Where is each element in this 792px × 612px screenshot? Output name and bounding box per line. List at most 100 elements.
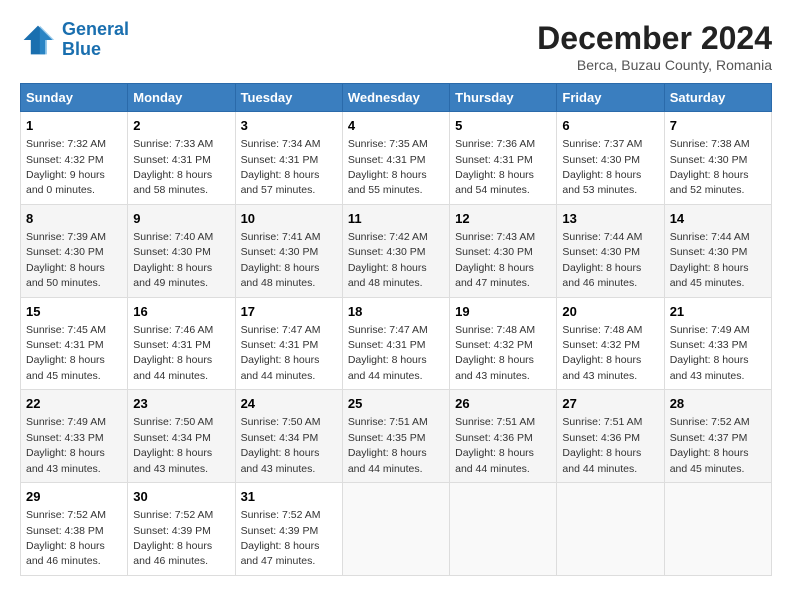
logo-text: General Blue: [62, 20, 129, 60]
sunrise-text: Sunrise: 7:52 AMSunset: 4:39 PMDaylight:…: [133, 509, 213, 567]
column-header-thursday: Thursday: [450, 84, 557, 112]
sunrise-text: Sunrise: 7:43 AMSunset: 4:30 PMDaylight:…: [455, 231, 535, 289]
day-number: 15: [26, 303, 122, 321]
calendar-cell: 31 Sunrise: 7:52 AMSunset: 4:39 PMDayligh…: [235, 483, 342, 576]
calendar-cell: 10 Sunrise: 7:41 AMSunset: 4:30 PMDayligh…: [235, 204, 342, 297]
calendar-cell: 13 Sunrise: 7:44 AMSunset: 4:30 PMDayligh…: [557, 204, 664, 297]
sunrise-text: Sunrise: 7:51 AMSunset: 4:36 PMDaylight:…: [562, 416, 642, 474]
day-number: 19: [455, 303, 551, 321]
day-number: 11: [348, 210, 444, 228]
day-number: 2: [133, 117, 229, 135]
sunrise-text: Sunrise: 7:52 AMSunset: 4:38 PMDaylight:…: [26, 509, 106, 567]
day-number: 26: [455, 395, 551, 413]
sunrise-text: Sunrise: 7:39 AMSunset: 4:30 PMDaylight:…: [26, 231, 106, 289]
sunrise-text: Sunrise: 7:50 AMSunset: 4:34 PMDaylight:…: [241, 416, 321, 474]
calendar-cell: 28Sunrise: 7:52 AMSunset: 4:37 PMDayligh…: [664, 390, 771, 483]
logo-blue-text: Blue: [62, 39, 101, 59]
sunrise-text: Sunrise: 7:41 AMSunset: 4:30 PMDaylight:…: [241, 231, 321, 289]
day-number: 13: [562, 210, 658, 228]
calendar-cell: 17Sunrise: 7:47 AMSunset: 4:31 PMDayligh…: [235, 297, 342, 390]
calendar-cell: [664, 483, 771, 576]
calendar-week-1: 1Sunrise: 7:32 AMSunset: 4:32 PMDaylight…: [21, 112, 772, 205]
sunrise-text: Sunrise: 7:52 AMSunset: 4:39 PMDaylight:…: [241, 509, 321, 567]
sunrise-text: Sunrise: 7:40 AMSunset: 4:30 PMDaylight:…: [133, 231, 213, 289]
sunrise-text: Sunrise: 7:46 AMSunset: 4:31 PMDaylight:…: [133, 324, 213, 382]
sunrise-text: Sunrise: 7:32 AMSunset: 4:32 PMDaylight:…: [26, 138, 106, 196]
day-number: 27: [562, 395, 658, 413]
calendar-cell: 30 Sunrise: 7:52 AMSunset: 4:39 PMDayligh…: [128, 483, 235, 576]
calendar-week-4: 22 Sunrise: 7:49 AMSunset: 4:33 PMDayligh…: [21, 390, 772, 483]
calendar-week-5: 29 Sunrise: 7:52 AMSunset: 4:38 PMDayligh…: [21, 483, 772, 576]
calendar-cell: [450, 483, 557, 576]
calendar-cell: 8 Sunrise: 7:39 AMSunset: 4:30 PMDaylight…: [21, 204, 128, 297]
calendar-cell: 21Sunrise: 7:49 AMSunset: 4:33 PMDayligh…: [664, 297, 771, 390]
day-number: 21: [670, 303, 766, 321]
sunrise-text: Sunrise: 7:49 AMSunset: 4:33 PMDaylight:…: [26, 416, 106, 474]
day-number: 7: [670, 117, 766, 135]
calendar-cell: 25Sunrise: 7:51 AMSunset: 4:35 PMDayligh…: [342, 390, 449, 483]
calendar-week-3: 15 Sunrise: 7:45 AMSunset: 4:31 PMDayligh…: [21, 297, 772, 390]
calendar-cell: 4Sunrise: 7:35 AMSunset: 4:31 PMDaylight…: [342, 112, 449, 205]
day-number: 31: [241, 488, 337, 506]
logo-general: General: [62, 19, 129, 39]
logo-icon: [20, 22, 56, 58]
day-number: 14: [670, 210, 766, 228]
sunrise-text: Sunrise: 7:51 AMSunset: 4:36 PMDaylight:…: [455, 416, 535, 474]
calendar-cell: [557, 483, 664, 576]
sunrise-text: Sunrise: 7:45 AMSunset: 4:31 PMDaylight:…: [26, 324, 106, 382]
sunrise-text: Sunrise: 7:44 AMSunset: 4:30 PMDaylight:…: [670, 231, 750, 289]
day-number: 30: [133, 488, 229, 506]
day-number: 20: [562, 303, 658, 321]
title-section: December 2024 Berca, Buzau County, Roman…: [537, 20, 772, 73]
sunrise-text: Sunrise: 7:44 AMSunset: 4:30 PMDaylight:…: [562, 231, 642, 289]
sunrise-text: Sunrise: 7:34 AMSunset: 4:31 PMDaylight:…: [241, 138, 321, 196]
day-number: 23: [133, 395, 229, 413]
calendar-cell: 1Sunrise: 7:32 AMSunset: 4:32 PMDaylight…: [21, 112, 128, 205]
day-number: 17: [241, 303, 337, 321]
column-header-friday: Friday: [557, 84, 664, 112]
calendar-cell: 19Sunrise: 7:48 AMSunset: 4:32 PMDayligh…: [450, 297, 557, 390]
column-header-wednesday: Wednesday: [342, 84, 449, 112]
day-number: 29: [26, 488, 122, 506]
calendar-cell: 9Sunrise: 7:40 AMSunset: 4:30 PMDaylight…: [128, 204, 235, 297]
calendar-cell: 18 Sunrise: 7:47 AMSunset: 4:31 PMDayligh…: [342, 297, 449, 390]
calendar-cell: 26 Sunrise: 7:51 AMSunset: 4:36 PMDayligh…: [450, 390, 557, 483]
calendar-cell: 2 Sunrise: 7:33 AMSunset: 4:31 PMDaylight…: [128, 112, 235, 205]
sunrise-text: Sunrise: 7:50 AMSunset: 4:34 PMDaylight:…: [133, 416, 213, 474]
calendar-cell: 14 Sunrise: 7:44 AMSunset: 4:30 PMDayligh…: [664, 204, 771, 297]
day-number: 5: [455, 117, 551, 135]
calendar-cell: 16Sunrise: 7:46 AMSunset: 4:31 PMDayligh…: [128, 297, 235, 390]
calendar-table: SundayMondayTuesdayWednesdayThursdayFrid…: [20, 83, 772, 576]
day-number: 18: [348, 303, 444, 321]
calendar-cell: 22 Sunrise: 7:49 AMSunset: 4:33 PMDayligh…: [21, 390, 128, 483]
calendar-cell: 20Sunrise: 7:48 AMSunset: 4:32 PMDayligh…: [557, 297, 664, 390]
column-header-saturday: Saturday: [664, 84, 771, 112]
calendar-cell: 3 Sunrise: 7:34 AMSunset: 4:31 PMDaylight…: [235, 112, 342, 205]
calendar-cell: 7Sunrise: 7:38 AMSunset: 4:30 PMDaylight…: [664, 112, 771, 205]
calendar-cell: 24Sunrise: 7:50 AMSunset: 4:34 PMDayligh…: [235, 390, 342, 483]
sunrise-text: Sunrise: 7:36 AMSunset: 4:31 PMDaylight:…: [455, 138, 535, 196]
calendar-cell: 29 Sunrise: 7:52 AMSunset: 4:38 PMDayligh…: [21, 483, 128, 576]
day-number: 8: [26, 210, 122, 228]
day-number: 6: [562, 117, 658, 135]
calendar-cell: 27 Sunrise: 7:51 AMSunset: 4:36 PMDayligh…: [557, 390, 664, 483]
sunrise-text: Sunrise: 7:47 AMSunset: 4:31 PMDaylight:…: [348, 324, 428, 382]
day-number: 3: [241, 117, 337, 135]
calendar-header-row: SundayMondayTuesdayWednesdayThursdayFrid…: [21, 84, 772, 112]
page-subtitle: Berca, Buzau County, Romania: [537, 57, 772, 73]
calendar-cell: 6 Sunrise: 7:37 AMSunset: 4:30 PMDaylight…: [557, 112, 664, 205]
day-number: 22: [26, 395, 122, 413]
calendar-cell: 12Sunrise: 7:43 AMSunset: 4:30 PMDayligh…: [450, 204, 557, 297]
page-title: December 2024: [537, 20, 772, 57]
calendar-cell: 23 Sunrise: 7:50 AMSunset: 4:34 PMDayligh…: [128, 390, 235, 483]
sunrise-text: Sunrise: 7:37 AMSunset: 4:30 PMDaylight:…: [562, 138, 642, 196]
calendar-week-2: 8 Sunrise: 7:39 AMSunset: 4:30 PMDaylight…: [21, 204, 772, 297]
sunrise-text: Sunrise: 7:42 AMSunset: 4:30 PMDaylight:…: [348, 231, 428, 289]
logo: General Blue: [20, 20, 129, 60]
column-header-tuesday: Tuesday: [235, 84, 342, 112]
day-number: 10: [241, 210, 337, 228]
day-number: 4: [348, 117, 444, 135]
day-number: 25: [348, 395, 444, 413]
day-number: 28: [670, 395, 766, 413]
sunrise-text: Sunrise: 7:33 AMSunset: 4:31 PMDaylight:…: [133, 138, 213, 196]
